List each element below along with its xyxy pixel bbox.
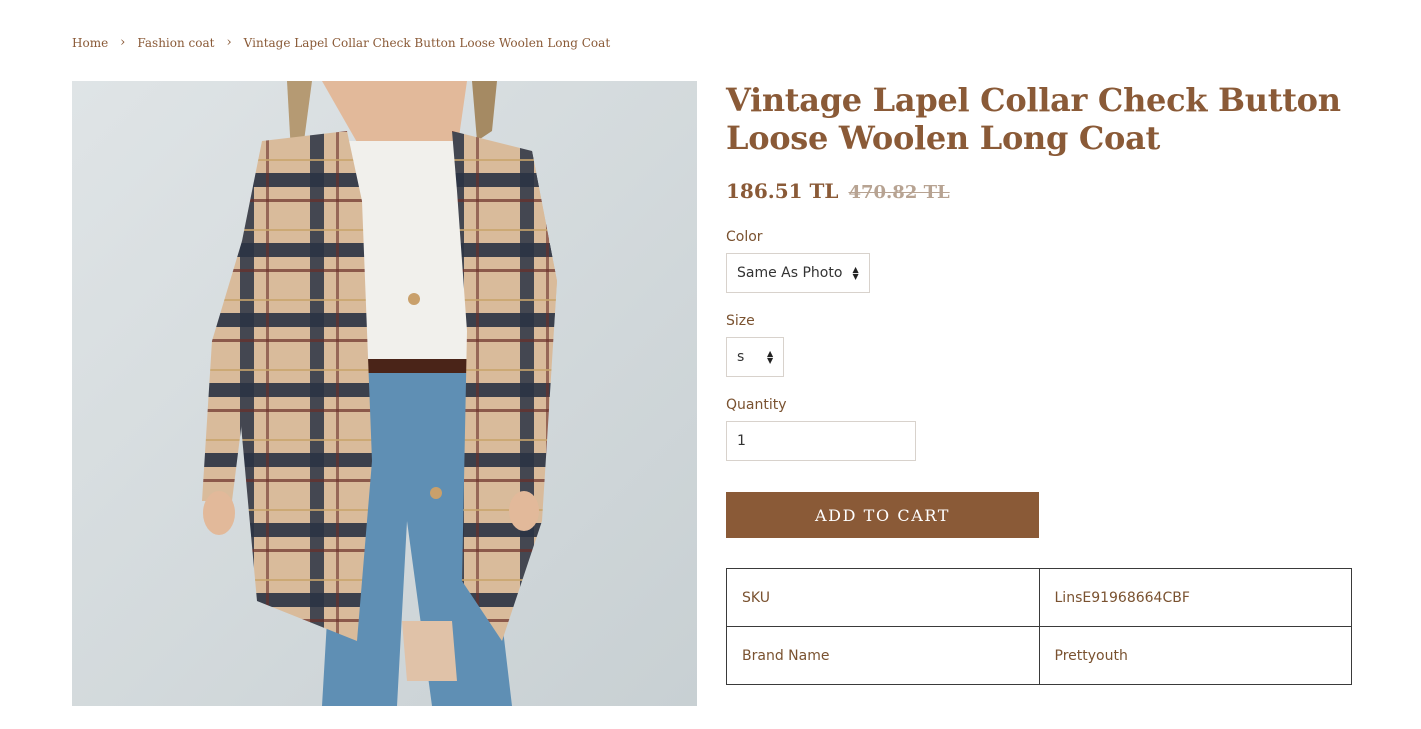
spec-key: Brand Name <box>726 626 1040 685</box>
price-block: 186.51 TL 470.82 TL <box>726 179 1352 203</box>
add-to-cart-button[interactable]: ADD TO CART <box>726 492 1039 538</box>
quantity-label: Quantity <box>726 397 787 413</box>
quantity-input[interactable]: 1 <box>726 421 916 461</box>
table-row: Brand Name Prettyouth <box>726 626 1352 685</box>
breadcrumb-home-link[interactable]: Home <box>72 36 108 50</box>
breadcrumb-separator: › <box>120 35 126 50</box>
spec-key: SKU <box>726 568 1040 627</box>
spec-value: Prettyouth <box>1038 626 1352 685</box>
sale-price: 186.51 TL <box>726 179 839 203</box>
product-photo-illustration <box>72 81 697 706</box>
table-row: SKU LinsE91968664CBF <box>726 568 1352 627</box>
select-arrows-icon: ▲ ▼ <box>767 349 774 365</box>
product-info: Vintage Lapel Collar Check Button Loose … <box>726 81 1352 685</box>
specs-table: SKU LinsE91968664CBF Brand Name Prettyou… <box>726 568 1352 685</box>
select-arrows-icon: ▲ ▼ <box>852 265 859 281</box>
size-select[interactable]: s ▲ ▼ <box>726 337 785 377</box>
breadcrumb-current: Vintage Lapel Collar Check Button Loose … <box>243 35 611 50</box>
color-select[interactable]: Same As Photo ▲ ▼ <box>726 253 870 293</box>
size-select-value: s <box>737 349 745 365</box>
size-label: Size <box>726 313 755 329</box>
breadcrumb-separator: › <box>226 35 232 50</box>
breadcrumb: Home › Fashion coat › Vintage Lapel Coll… <box>72 35 610 50</box>
product-title: Vintage Lapel Collar Check Button Loose … <box>726 81 1341 157</box>
product-image[interactable] <box>72 81 697 706</box>
breadcrumb-category-link[interactable]: Fashion coat <box>137 36 214 50</box>
color-label: Color <box>726 229 763 245</box>
color-select-value: Same As Photo <box>737 265 843 281</box>
compare-at-price: 470.82 TL <box>848 182 950 203</box>
quantity-value: 1 <box>737 433 746 449</box>
spec-value: LinsE91968664CBF <box>1038 568 1352 627</box>
